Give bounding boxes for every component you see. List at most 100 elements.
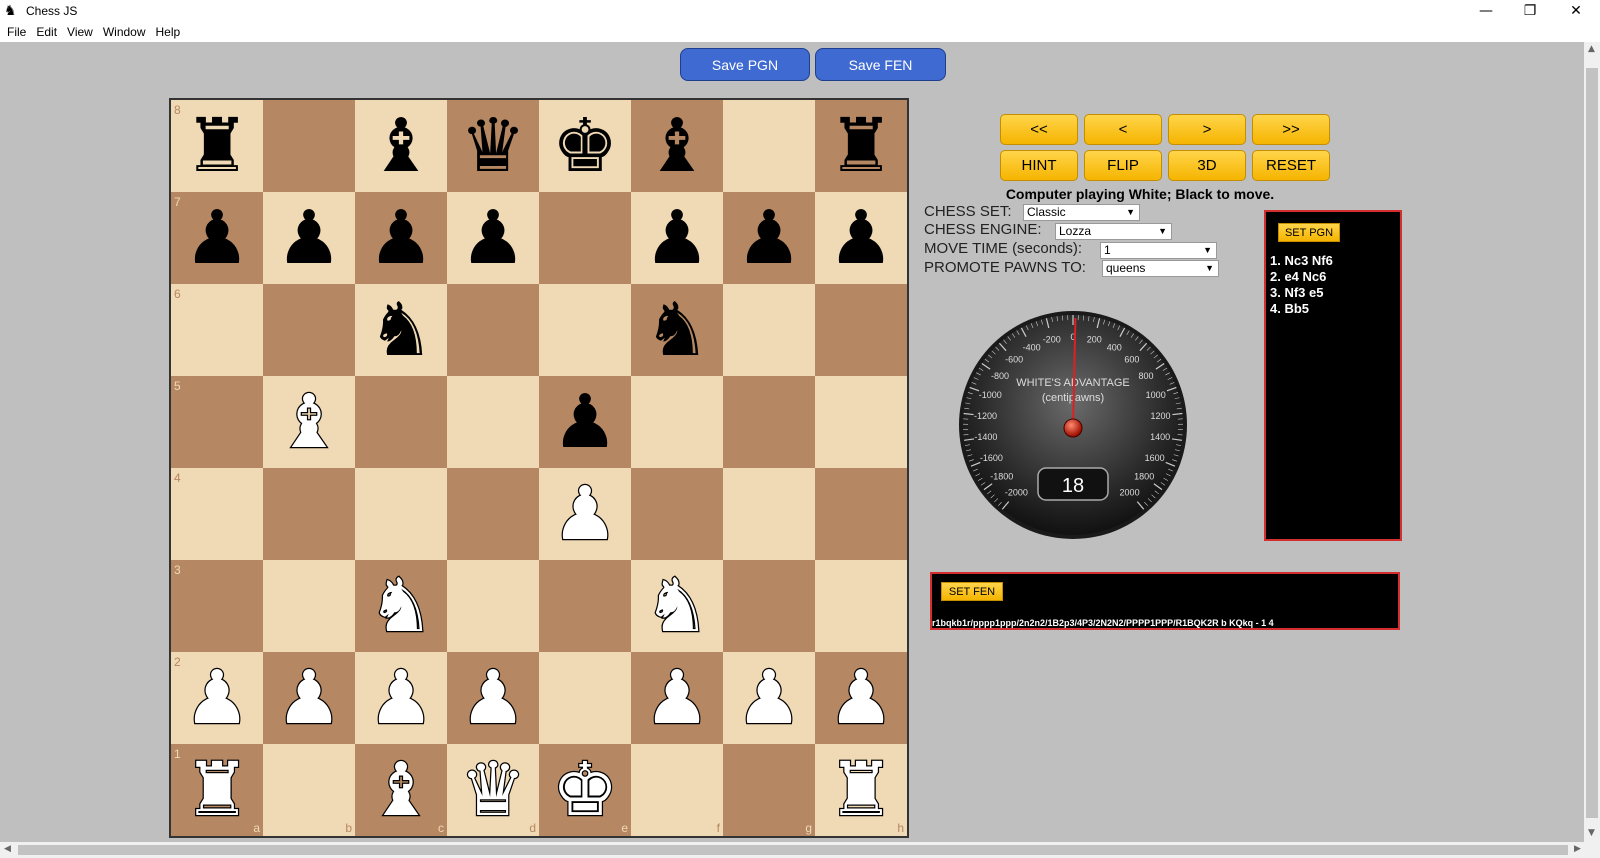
white-pawn-icon[interactable]: ♟ [459,660,528,737]
menu-window[interactable]: Window [98,22,151,42]
black-pawn-icon[interactable]: ♟ [184,201,250,275]
black-pawn-icon[interactable]: ♟ [460,201,526,275]
square-h1[interactable]: h ♜ [815,744,907,836]
square-g8[interactable] [723,100,815,192]
square-b4[interactable] [263,468,355,560]
square-e4[interactable]: ♟ [539,468,631,560]
square-f3[interactable]: ♞ [631,560,723,652]
promote-select[interactable]: queens ▼ [1102,260,1219,277]
menu-file[interactable]: File [2,22,31,42]
move-time-select[interactable]: 1 ▼ [1100,242,1217,259]
white-knight-icon[interactable]: ♞ [643,568,712,645]
black-pawn-icon[interactable]: ♟ [276,201,342,275]
square-e5[interactable]: ♟ [539,376,631,468]
square-b2[interactable]: ♟ [263,652,355,744]
white-pawn-icon[interactable]: ♟ [367,660,436,737]
3d-button[interactable]: 3D [1168,150,1246,181]
square-h4[interactable] [815,468,907,560]
menu-view[interactable]: View [62,22,98,42]
square-f5[interactable] [631,376,723,468]
square-a7[interactable]: 7 ♟ [171,192,263,284]
square-c8[interactable]: ♝ [355,100,447,192]
black-pawn-icon[interactable]: ♟ [736,201,802,275]
square-c2[interactable]: ♟ [355,652,447,744]
square-b6[interactable] [263,284,355,376]
square-c5[interactable] [355,376,447,468]
white-queen-icon[interactable]: ♛ [459,752,528,829]
square-g3[interactable] [723,560,815,652]
black-bishop-icon[interactable]: ♝ [644,109,710,183]
square-d3[interactable] [447,560,539,652]
vertical-scrollbar[interactable]: ▲ ▼ [1584,42,1600,842]
vertical-scroll-thumb[interactable] [1586,68,1598,818]
square-f6[interactable]: ♞ [631,284,723,376]
square-a3[interactable]: 3 [171,560,263,652]
flip-button[interactable]: FLIP [1084,150,1162,181]
square-h3[interactable] [815,560,907,652]
first-move-button[interactable]: << [1000,114,1078,145]
square-g7[interactable]: ♟ [723,192,815,284]
set-pgn-button[interactable]: SET PGN [1278,223,1340,242]
square-c7[interactable]: ♟ [355,192,447,284]
square-a5[interactable]: 5 [171,376,263,468]
horizontal-scroll-thumb[interactable] [18,845,1568,855]
menu-edit[interactable]: Edit [31,22,62,42]
fen-string[interactable]: r1bqkb1r/pppp1ppp/2n2n2/1B2p3/4P3/2N2N2/… [932,618,1274,628]
set-fen-button[interactable]: SET FEN [941,582,1003,601]
save-fen-button[interactable]: Save FEN [815,48,946,81]
black-pawn-icon[interactable]: ♟ [644,201,710,275]
close-button[interactable]: ✕ [1552,0,1600,22]
square-a4[interactable]: 4 [171,468,263,560]
white-pawn-icon[interactable]: ♟ [643,660,712,737]
minimize-button[interactable]: — [1464,0,1508,22]
square-g1[interactable]: g [723,744,815,836]
square-g5[interactable] [723,376,815,468]
square-f7[interactable]: ♟ [631,192,723,284]
menu-help[interactable]: Help [151,22,186,42]
horizontal-scrollbar[interactable]: ◀ ▶ [0,842,1600,858]
prev-move-button[interactable]: < [1084,114,1162,145]
square-c4[interactable] [355,468,447,560]
square-e3[interactable] [539,560,631,652]
square-d1[interactable]: d ♛ [447,744,539,836]
square-h8[interactable]: ♜ [815,100,907,192]
square-h5[interactable] [815,376,907,468]
square-d7[interactable]: ♟ [447,192,539,284]
square-d4[interactable] [447,468,539,560]
square-g4[interactable] [723,468,815,560]
black-pawn-icon[interactable]: ♟ [368,201,434,275]
square-d5[interactable] [447,376,539,468]
hint-button[interactable]: HINT [1000,150,1078,181]
black-pawn-icon[interactable]: ♟ [828,201,894,275]
black-rook-icon[interactable]: ♜ [184,109,250,183]
white-knight-icon[interactable]: ♞ [367,568,436,645]
square-c3[interactable]: ♞ [355,560,447,652]
square-b8[interactable] [263,100,355,192]
square-h6[interactable] [815,284,907,376]
chess-board[interactable]: 8 ♜ ♝ ♛ ♚ ♝ ♜ 7 ♟ ♟ ♟ ♟ ♟ ♟ ♟ 6 ♞ ♞ 5 ♝ ♟ 4 ♟ 3 ♞ ♞ 2 ♟ ♟ ♟ ♟ ♟ ♟ ♟ 1 a ♜ b c ♝… [169,98,909,838]
white-pawn-icon[interactable]: ♟ [183,660,252,737]
square-a2[interactable]: 2 ♟ [171,652,263,744]
reset-button[interactable]: RESET [1252,150,1330,181]
white-pawn-icon[interactable]: ♟ [275,660,344,737]
white-king-icon[interactable]: ♚ [551,752,620,829]
restore-button[interactable]: ❐ [1508,0,1552,22]
square-a6[interactable]: 6 [171,284,263,376]
white-pawn-icon[interactable]: ♟ [551,476,620,553]
white-rook-icon[interactable]: ♜ [827,752,896,829]
last-move-button[interactable]: >> [1252,114,1330,145]
white-bishop-icon[interactable]: ♝ [367,752,436,829]
square-c1[interactable]: c ♝ [355,744,447,836]
next-move-button[interactable]: > [1168,114,1246,145]
scroll-right-icon[interactable]: ▶ [1574,844,1581,854]
square-b3[interactable] [263,560,355,652]
square-g2[interactable]: ♟ [723,652,815,744]
square-d2[interactable]: ♟ [447,652,539,744]
square-f1[interactable]: f [631,744,723,836]
square-e7[interactable] [539,192,631,284]
square-c6[interactable]: ♞ [355,284,447,376]
square-b7[interactable]: ♟ [263,192,355,284]
square-e2[interactable] [539,652,631,744]
black-king-icon[interactable]: ♚ [552,109,618,183]
black-rook-icon[interactable]: ♜ [828,109,894,183]
